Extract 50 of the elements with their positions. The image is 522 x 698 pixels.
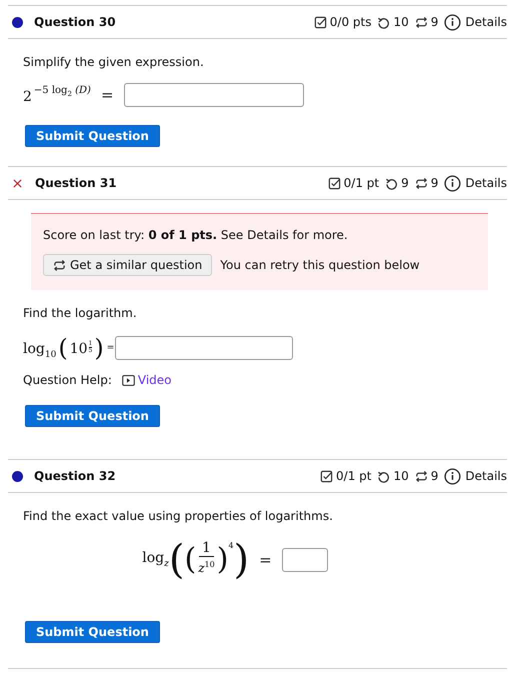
details-label[interactable]: Details — [465, 469, 507, 483]
similar-question-button[interactable]: Get a similar question — [43, 254, 212, 276]
answer-field[interactable] — [115, 336, 294, 360]
info-icon — [444, 174, 462, 192]
video-link[interactable]: Video — [122, 373, 172, 387]
details-label[interactable]: Details — [465, 15, 507, 29]
equals-sign: = — [259, 551, 272, 569]
video-icon — [122, 374, 135, 386]
checkbox-icon — [328, 176, 341, 190]
video-label[interactable]: Video — [138, 373, 172, 387]
submit-button[interactable]: Submit Question — [25, 405, 160, 427]
details-link[interactable]: Details — [444, 14, 507, 30]
score-message: Score on last try: 0 of 1 pts. See Details for more. — [43, 228, 349, 242]
retries-count: 9 — [401, 176, 409, 190]
score-text: 0/1 pt — [336, 469, 372, 483]
info-icon — [444, 14, 462, 30]
retries-count: 10 — [393, 15, 409, 29]
answer-field[interactable] — [282, 548, 328, 572]
undo-icon — [377, 470, 390, 482]
retries-count: 10 — [393, 469, 409, 483]
checkbox-icon — [320, 470, 334, 482]
undo-icon — [377, 16, 390, 28]
equals-sign: = — [100, 86, 114, 104]
repeat-icon — [414, 16, 428, 28]
repeat-icon — [414, 176, 428, 190]
equals-sign: = — [106, 343, 114, 353]
repeat-icon — [414, 470, 428, 482]
question-prompt: Find the exact value using properties of logarithms. — [23, 509, 334, 523]
details-link[interactable]: Details — [444, 468, 507, 484]
checkbox-icon — [314, 16, 327, 28]
submit-button[interactable]: Submit Question — [25, 621, 160, 643]
answer-field[interactable] — [124, 83, 304, 107]
details-link[interactable]: Details — [444, 174, 507, 192]
score-text: 0/0 pts — [330, 15, 372, 29]
question-title: Question 30 — [34, 15, 116, 29]
help-label: Question Help: — [23, 373, 112, 387]
versions-count: 9 — [430, 15, 438, 29]
repeat-icon — [53, 258, 66, 272]
versions-count: 9 — [430, 469, 438, 483]
retry-note: You can retry this question below — [220, 258, 420, 272]
submit-button[interactable]: Submit Question — [25, 125, 160, 147]
undo-icon — [385, 176, 398, 190]
score-text: 0/1 pt — [344, 176, 380, 190]
question-title: Question 32 — [34, 469, 116, 483]
question-prompt: Find the logarithm. — [23, 306, 138, 320]
question-prompt: Simplify the given expression. — [23, 55, 205, 69]
question-title: Question 31 — [35, 176, 117, 190]
versions-count: 9 — [430, 176, 438, 190]
info-icon — [444, 468, 462, 484]
details-label[interactable]: Details — [465, 176, 507, 190]
